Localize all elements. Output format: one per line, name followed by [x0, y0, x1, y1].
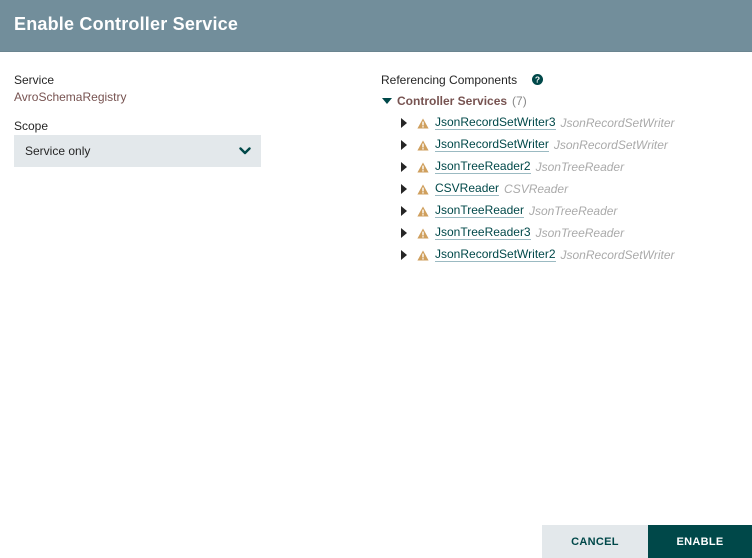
svg-text:?: ? [535, 75, 540, 85]
expand-triangle-icon[interactable] [401, 250, 407, 260]
dialog-header: Enable Controller Service [0, 0, 752, 52]
expand-triangle-icon[interactable] [401, 140, 407, 150]
question-circle-icon[interactable]: ? [532, 74, 543, 85]
enable-button[interactable]: ENABLE [648, 525, 752, 558]
component-link[interactable]: JsonRecordSetWriter2 [435, 248, 556, 262]
list-item: JsonRecordSetWriter3 JsonRecordSetWriter [401, 112, 675, 134]
chevron-down-icon [239, 147, 251, 155]
component-type: JsonRecordSetWriter [560, 116, 675, 130]
component-type: JsonTreeReader [528, 204, 618, 218]
component-type: JsonTreeReader [535, 160, 625, 174]
service-value: AvroSchemaRegistry [14, 90, 127, 104]
scope-select[interactable]: Service only [14, 135, 261, 167]
component-link[interactable]: JsonRecordSetWriter [435, 138, 549, 152]
expand-triangle-icon[interactable] [401, 206, 407, 216]
warning-icon [417, 162, 429, 172]
warning-icon [417, 118, 429, 128]
component-link[interactable]: JsonTreeReader [435, 204, 524, 218]
component-link[interactable]: CSVReader [435, 182, 500, 196]
component-type: JsonRecordSetWriter [553, 138, 668, 152]
expand-triangle-icon[interactable] [401, 162, 407, 172]
list-item: CSVReader CSVReader [401, 178, 675, 200]
list-item: JsonTreeReader2 JsonTreeReader [401, 156, 675, 178]
component-link[interactable]: JsonTreeReader2 [435, 160, 531, 174]
referencing-components-list: JsonRecordSetWriter3 JsonRecordSetWriter… [401, 112, 675, 266]
list-item: JsonRecordSetWriter2 JsonRecordSetWriter [401, 244, 675, 266]
warning-icon [417, 184, 429, 194]
list-item: JsonRecordSetWriter JsonRecordSetWriter [401, 134, 675, 156]
list-item: JsonTreeReader3 JsonTreeReader [401, 222, 675, 244]
scope-selected-value: Service only [25, 144, 91, 158]
service-label: Service [14, 73, 55, 87]
component-type: CSVReader [504, 182, 569, 196]
expand-triangle-icon[interactable] [401, 118, 407, 128]
warning-icon [417, 140, 429, 150]
scope-label: Scope [14, 119, 49, 133]
component-type: JsonTreeReader [535, 226, 625, 240]
component-type: JsonRecordSetWriter [560, 248, 675, 262]
referencing-components-label: Referencing Components [381, 73, 518, 87]
expand-triangle-icon[interactable] [401, 184, 407, 194]
warning-icon [417, 206, 429, 216]
controller-services-group[interactable]: Controller Services (7) [382, 93, 527, 109]
warning-icon [417, 250, 429, 260]
expand-triangle-icon[interactable] [401, 228, 407, 238]
group-name: Controller Services [397, 94, 508, 108]
component-link[interactable]: JsonTreeReader3 [435, 226, 531, 240]
component-link[interactable]: JsonRecordSetWriter3 [435, 116, 556, 130]
collapse-triangle-icon[interactable] [382, 98, 392, 104]
cancel-button[interactable]: CANCEL [542, 525, 648, 558]
dialog-title: Enable Controller Service [14, 14, 239, 34]
group-count: (7) [512, 94, 527, 108]
warning-icon [417, 228, 429, 238]
list-item: JsonTreeReader JsonTreeReader [401, 200, 675, 222]
